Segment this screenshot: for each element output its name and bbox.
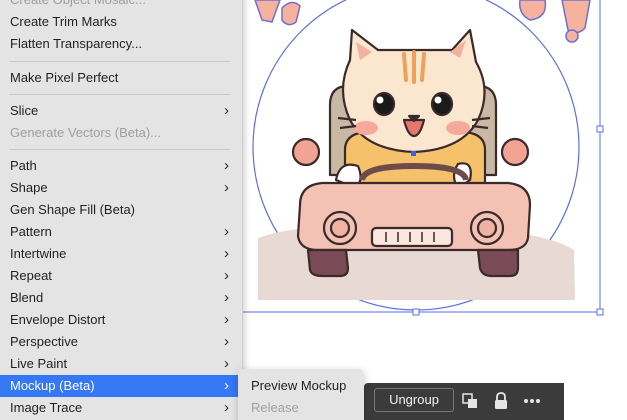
menu-item-gen-shape-fill[interactable]: Gen Shape Fill (Beta) bbox=[0, 199, 242, 221]
menu-item-perspective[interactable]: Perspective › bbox=[0, 331, 242, 353]
menu-item-label: Intertwine bbox=[10, 246, 67, 261]
menu-item-envelope-distort[interactable]: Envelope Distort › bbox=[0, 309, 242, 331]
more-options-icon[interactable] bbox=[522, 391, 542, 411]
menu-item-shape[interactable]: Shape › bbox=[0, 177, 242, 199]
menu-item-create-trim-marks[interactable]: Create Trim Marks bbox=[0, 11, 242, 33]
menu-item-generate-vectors[interactable]: Generate Vectors (Beta)... bbox=[0, 122, 242, 144]
menu-item-slice[interactable]: Slice › bbox=[0, 100, 242, 122]
menu-item-make-pixel-perfect[interactable]: Make Pixel Perfect bbox=[0, 67, 242, 89]
menu-item-label: Envelope Distort bbox=[10, 312, 106, 327]
chevron-right-icon: › bbox=[224, 267, 229, 284]
chevron-right-icon: › bbox=[224, 245, 229, 262]
menu-item-label: Shape bbox=[10, 180, 48, 195]
mockup-submenu: Preview Mockup Release bbox=[238, 369, 364, 420]
chevron-right-icon: › bbox=[224, 333, 229, 350]
chevron-right-icon: › bbox=[224, 311, 229, 328]
menu-item-label: Blend bbox=[10, 290, 44, 305]
ungroup-button[interactable]: Ungroup bbox=[374, 388, 454, 412]
chevron-right-icon: › bbox=[224, 289, 229, 306]
contextual-task-bar: Ungroup bbox=[364, 383, 564, 420]
menu-separator bbox=[9, 61, 230, 62]
chevron-right-icon: › bbox=[224, 223, 229, 240]
menu-item-flatten-transparency[interactable]: Flatten Transparency... bbox=[0, 33, 242, 55]
chevron-right-icon: › bbox=[224, 179, 229, 196]
menu-item-live-paint[interactable]: Live Paint › bbox=[0, 353, 242, 375]
chevron-right-icon: › bbox=[224, 157, 229, 174]
menu-item-label: Image Trace bbox=[10, 400, 83, 415]
menu-item-image-trace[interactable]: Image Trace › bbox=[0, 397, 242, 419]
lock-icon[interactable] bbox=[491, 391, 511, 411]
menu-separator bbox=[9, 94, 230, 95]
menu-item-blend[interactable]: Blend › bbox=[0, 287, 242, 309]
menu-item-path[interactable]: Path › bbox=[0, 155, 242, 177]
chevron-right-icon: › bbox=[224, 377, 229, 394]
menu-item-label: Slice bbox=[10, 103, 39, 118]
menu-item-create-object-mosaic[interactable]: Create Object Mosaic... bbox=[0, 0, 242, 11]
arrange-icon[interactable] bbox=[460, 391, 480, 411]
chevron-right-icon: › bbox=[224, 355, 229, 372]
menu-item-repeat[interactable]: Repeat › bbox=[0, 265, 242, 287]
menu-item-label: Repeat bbox=[10, 268, 52, 283]
menu-item-pattern[interactable]: Pattern › bbox=[0, 221, 242, 243]
menu-item-intertwine[interactable]: Intertwine › bbox=[0, 243, 242, 265]
submenu-item-release[interactable]: Release bbox=[238, 397, 364, 419]
menu-separator bbox=[9, 149, 230, 150]
menu-item-label: Pattern bbox=[10, 224, 52, 239]
chevron-right-icon: › bbox=[224, 399, 229, 416]
submenu-item-preview-mockup[interactable]: Preview Mockup bbox=[238, 375, 364, 397]
artboard-canvas[interactable]: Create Object Mosaic... Create Trim Mark… bbox=[0, 0, 627, 420]
menu-item-mockup-beta[interactable]: Mockup (Beta) › bbox=[0, 375, 242, 397]
chevron-right-icon: › bbox=[224, 102, 229, 119]
menu-item-label: Path bbox=[10, 158, 37, 173]
menu-item-label: Mockup (Beta) bbox=[10, 378, 95, 393]
menu-item-label: Live Paint bbox=[10, 356, 68, 371]
menu-item-label: Perspective bbox=[10, 334, 78, 349]
object-menu: Create Object Mosaic... Create Trim Mark… bbox=[0, 0, 243, 420]
